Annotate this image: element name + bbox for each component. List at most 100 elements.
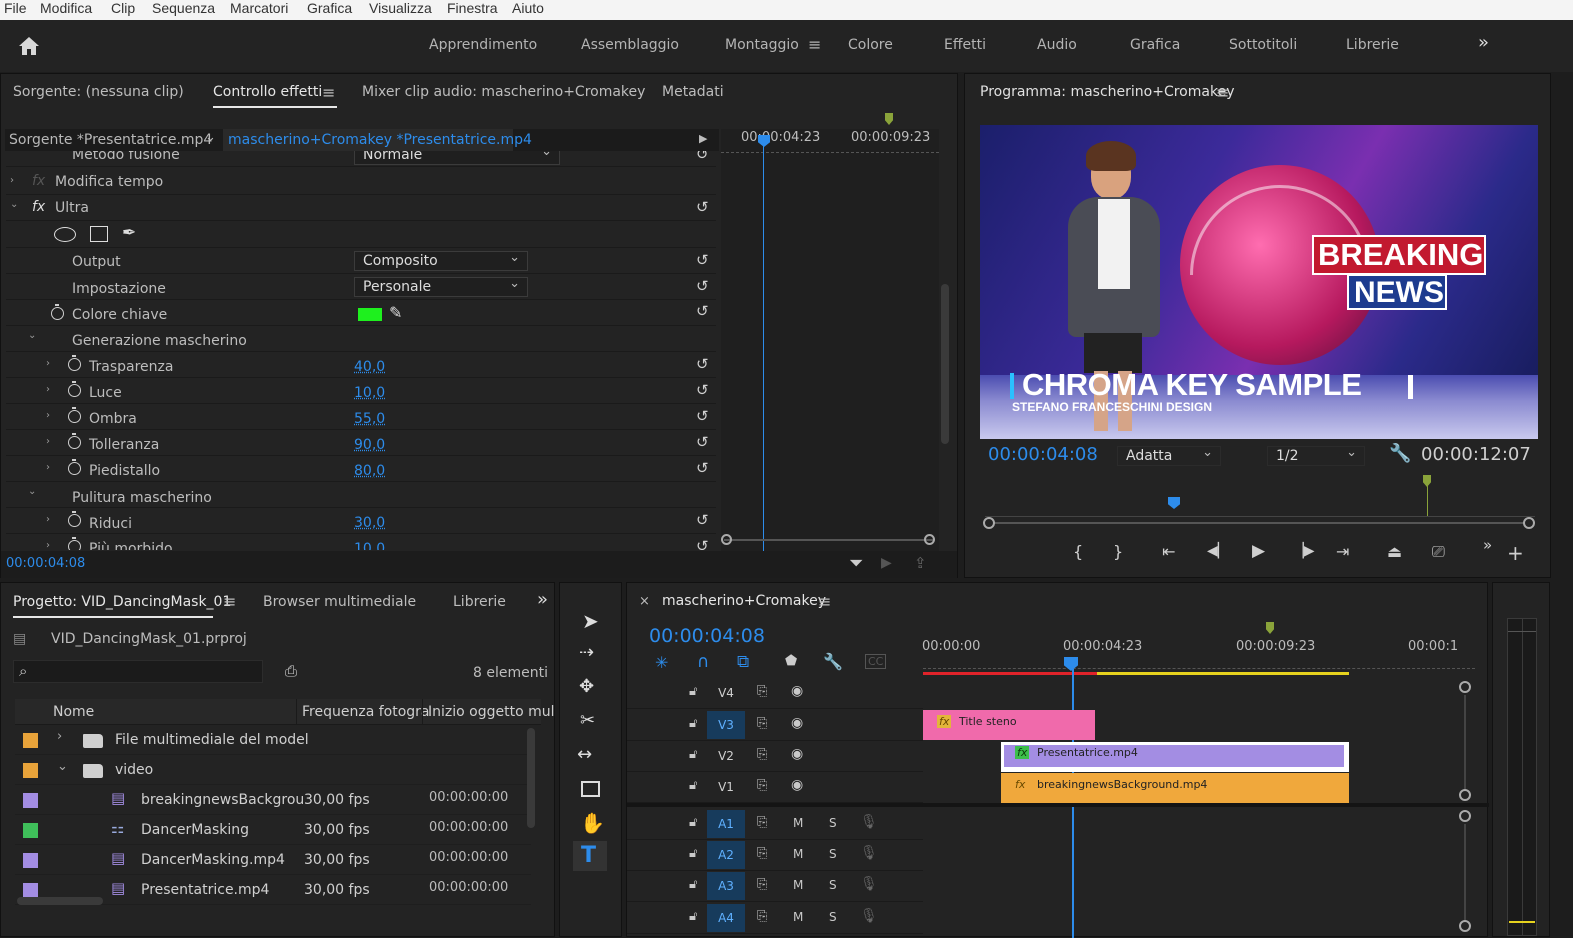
lock-icon[interactable]: 🔓︎ — [689, 747, 697, 762]
close-icon[interactable]: × — [639, 594, 650, 609]
sync-lock-icon[interactable]: ⎘ — [757, 747, 767, 762]
sync-lock-icon[interactable]: ⎘ — [757, 815, 767, 830]
video-audio-divider[interactable] — [627, 803, 1489, 807]
chevron-right-icon[interactable]: › — [46, 436, 50, 447]
sync-lock-icon[interactable]: ⎘ — [757, 846, 767, 861]
solo-button[interactable]: S — [829, 910, 837, 924]
column-inizio[interactable]: Inizio oggetto mul — [428, 704, 555, 720]
lock-icon[interactable]: 🔓︎ — [689, 778, 697, 793]
tab-metadati[interactable]: Metadati — [662, 84, 724, 100]
timeline-timecode[interactable]: 00:00:04:08 — [649, 625, 765, 647]
v-zoom-handle[interactable] — [1459, 789, 1471, 801]
lock-icon[interactable]: 🔓︎ — [689, 684, 697, 699]
workspace-colore[interactable]: Colore — [848, 37, 893, 53]
sequence-tab[interactable]: mascherino+Cromakey — [662, 593, 826, 609]
reset-icon[interactable]: ↺ — [696, 537, 709, 550]
chevron-down-icon[interactable]: ⌄ — [205, 130, 216, 145]
step-forward-icon[interactable]: ▕▶ — [1293, 543, 1315, 559]
reset-icon[interactable]: ↺ — [696, 251, 709, 269]
reset-icon[interactable]: ↺ — [696, 151, 709, 163]
effect-timeline[interactable]: 00:00:04:23 00:00:09:23 — [721, 113, 939, 574]
tab-browser-multimediale[interactable]: Browser multimediale — [263, 594, 416, 610]
clip-breakingnews-background[interactable]: fx breakingnewsBackground.mp4 — [1001, 773, 1349, 803]
fit-dropdown[interactable]: Adatta — [1117, 444, 1221, 466]
tab-sorgente[interactable]: Sorgente: (nessuna clip) — [13, 84, 184, 100]
track-target-a2[interactable]: A2 — [707, 841, 745, 869]
clip-presentatrice[interactable]: fx Presentatrice.mp4 — [1001, 742, 1349, 772]
fx-badge[interactable]: fx — [937, 715, 952, 728]
zoom-handle-right[interactable] — [1523, 517, 1535, 529]
mute-button[interactable]: M — [793, 816, 803, 830]
zoom-handle-right[interactable] — [924, 534, 935, 545]
track-target-v4[interactable]: V4 — [707, 679, 745, 707]
column-divider[interactable] — [296, 699, 297, 725]
workspace-sottotitoli[interactable]: Sottotitoli — [1229, 37, 1297, 53]
selection-tool-icon[interactable]: ➤ — [582, 609, 599, 633]
playhead-head[interactable] — [758, 135, 770, 147]
workspace-montaggio[interactable]: Montaggio — [725, 37, 799, 53]
column-divider[interactable] — [422, 699, 423, 725]
mute-button[interactable]: M — [793, 847, 803, 861]
fx-badge[interactable]: fx — [1015, 746, 1030, 759]
source-clip-label[interactable]: Sorgente *Presentatrice.mp4 — [9, 132, 212, 148]
razor-tool-icon[interactable]: ✂ — [580, 710, 595, 731]
filter-icon[interactable]: ⏷ — [849, 553, 863, 574]
eye-icon[interactable]: ◉ — [791, 715, 803, 731]
solo-button[interactable]: S — [829, 816, 837, 830]
program-title[interactable]: Programma: mascherino+Cromakey — [980, 84, 1234, 100]
add-button-icon[interactable]: + — [1507, 541, 1524, 565]
snap-icon[interactable]: ∩ — [697, 652, 709, 672]
video-frame[interactable]: BREAKING NEWS CHROMA KEY SAMPLE STEFANO … — [980, 125, 1538, 439]
reset-icon[interactable]: ↺ — [696, 277, 709, 295]
workspace-more-icon[interactable]: » — [1478, 32, 1489, 53]
fx-badge[interactable]: fx — [1015, 778, 1025, 791]
menu-grafica[interactable]: Grafica — [307, 0, 352, 16]
workspace-effetti[interactable]: Effetti — [944, 37, 986, 53]
more-tabs-icon[interactable]: » — [537, 589, 548, 610]
ellipse-mask-icon[interactable] — [54, 227, 76, 242]
tab-librerie[interactable]: Librerie — [453, 594, 506, 610]
luce-value[interactable]: 10,0 — [354, 385, 385, 401]
v-zoom-bar[interactable] — [1464, 695, 1466, 789]
slip-tool-icon[interactable]: ↔ — [577, 744, 592, 765]
label-color-swatch[interactable] — [23, 763, 38, 778]
linked-selection-icon[interactable]: ⧉ — [737, 652, 749, 672]
reset-icon[interactable]: ↺ — [696, 355, 709, 373]
key-color-swatch[interactable] — [358, 308, 382, 321]
workspace-assemblaggio[interactable]: Assemblaggio — [581, 37, 679, 53]
stopwatch-icon[interactable] — [68, 511, 81, 527]
zoom-handle-left[interactable] — [983, 517, 995, 529]
project-item-row[interactable]: › File multimediale del model — [15, 725, 531, 755]
panel-menu-icon[interactable]: ≡ — [818, 592, 831, 611]
project-scrollbar[interactable] — [527, 728, 535, 828]
menu-aiuto[interactable]: Aiuto — [512, 0, 544, 16]
project-item-row[interactable]: ⌄ video — [15, 755, 531, 785]
microphone-icon[interactable]: 🎙︎ — [860, 814, 878, 830]
mark-in-icon[interactable]: { — [1073, 542, 1083, 561]
row-ultra[interactable]: ⌄ fx Ultra ↺ — [6, 195, 716, 221]
project-search-input[interactable]: ⌕ — [13, 660, 263, 683]
menu-marcatori[interactable]: Marcatori — [230, 0, 288, 16]
effect-timecode[interactable]: 00:00:04:08 — [6, 556, 85, 571]
chevron-right-icon[interactable]: › — [46, 514, 50, 525]
panel-menu-icon[interactable]: ≡ — [322, 83, 335, 102]
label-color-swatch[interactable] — [23, 823, 38, 838]
tab-progetto[interactable]: Progetto: VID_DancingMask_01 — [13, 594, 231, 610]
home-icon[interactable] — [18, 36, 40, 56]
track-target-a3[interactable]: A3 — [707, 872, 745, 900]
timeline-settings-icon[interactable]: 🔧 — [823, 652, 843, 671]
export-icon[interactable]: ⇪ — [914, 554, 927, 572]
chevron-down-icon[interactable]: ⌄ — [28, 330, 36, 341]
piu-morbido-value[interactable]: 10,0 — [354, 541, 385, 550]
sync-lock-icon[interactable]: ⎘ — [757, 909, 767, 924]
program-ruler[interactable] — [985, 499, 1535, 517]
trasparenza-value[interactable]: 40,0 — [354, 359, 385, 375]
a-zoom-handle[interactable] — [1459, 810, 1471, 822]
column-nome[interactable]: Nome — [53, 704, 94, 720]
lock-icon[interactable]: 🔓︎ — [689, 909, 697, 924]
impostazione-dropdown[interactable]: Personale — [354, 275, 528, 297]
menu-modifica[interactable]: Modifica — [40, 0, 92, 16]
label-color-swatch[interactable] — [23, 733, 38, 748]
a-zoom-bar[interactable] — [1464, 824, 1466, 920]
more-buttons-icon[interactable]: » — [1483, 536, 1492, 554]
